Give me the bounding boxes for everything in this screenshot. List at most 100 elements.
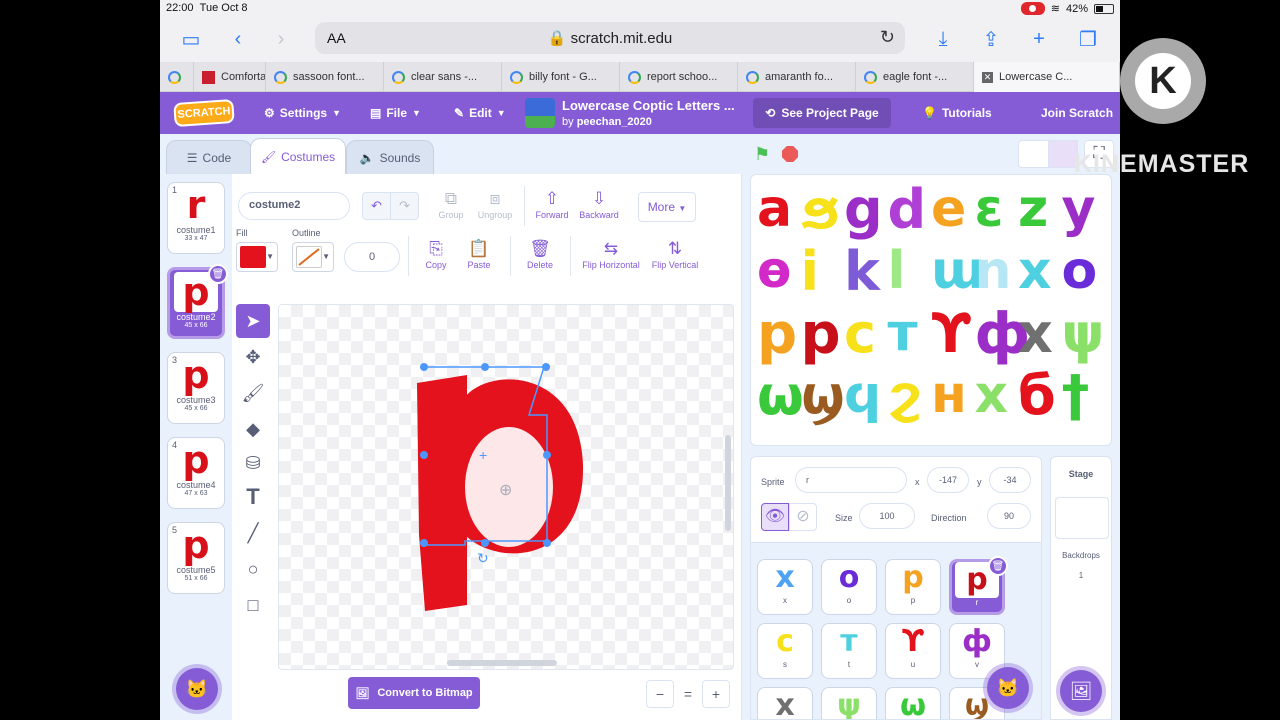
- green-flag-icon[interactable]: ⚑: [754, 144, 770, 165]
- more-button[interactable]: More ▼: [638, 192, 696, 222]
- ungroup-button[interactable]: ⧈ Ungroup: [472, 188, 518, 220]
- project-title[interactable]: Lowercase Coptic Letters ...: [562, 98, 735, 113]
- zoom-out-button[interactable]: −: [646, 680, 674, 708]
- delete-costume-icon[interactable]: 🗑: [208, 264, 228, 284]
- browser-tab[interactable]: amaranth fo...: [738, 62, 856, 92]
- tabs-overview-icon[interactable]: ❐: [1075, 26, 1101, 52]
- fill-color-picker[interactable]: ▼: [236, 242, 278, 272]
- costume-item[interactable]: 4 p costume4 47 x 63: [167, 437, 225, 509]
- forward-icon[interactable]: ›: [268, 26, 294, 52]
- rectangle-tool[interactable]: □: [236, 588, 270, 622]
- file-menu[interactable]: ▤ File ▼: [370, 92, 421, 134]
- sprite-thumbnail[interactable]: ϒu: [885, 623, 941, 679]
- y-input[interactable]: -34: [989, 467, 1031, 493]
- paint-canvas[interactable]: ↻ + ⊕: [278, 304, 734, 670]
- outline-width-input[interactable]: 0: [344, 242, 400, 272]
- costume-item[interactable]: 2 p costume2 45 x 66 🗑: [167, 264, 228, 339]
- redo-button[interactable]: ↷: [390, 192, 419, 220]
- address-bar[interactable]: AA 🔒 scratch.mit.edu ↻: [315, 22, 905, 54]
- direction-input[interactable]: 90: [987, 503, 1031, 529]
- browser-tab[interactable]: clear sans -...: [384, 62, 502, 92]
- sprite-thumbnail[interactable]: xx: [757, 559, 813, 615]
- sprite-thumbnail[interactable]: cs: [757, 623, 813, 679]
- add-costume-button[interactable]: 🐱: [176, 668, 218, 710]
- line-tool[interactable]: ╱: [236, 516, 270, 550]
- costume-item[interactable]: 1 r costume1 33 x 47: [167, 182, 225, 254]
- copy-button[interactable]: ⎘ Copy: [418, 238, 454, 270]
- small-stage-button[interactable]: [1018, 140, 1050, 168]
- browser-tab[interactable]: report schoo...: [620, 62, 738, 92]
- fill-tool[interactable]: ⛁: [236, 446, 270, 480]
- text-tool[interactable]: T: [236, 480, 270, 514]
- zoom-in-button[interactable]: +: [702, 680, 730, 708]
- add-backdrop-button[interactable]: 🖼: [1060, 670, 1102, 712]
- eraser-tool[interactable]: ◆: [236, 412, 270, 446]
- show-sprite-icon[interactable]: 👁: [761, 503, 789, 531]
- brush-tool[interactable]: 🖌: [236, 376, 270, 410]
- add-sprite-button[interactable]: 🐱: [987, 667, 1029, 709]
- costume-center-icon: ⊕: [499, 482, 512, 499]
- sprite-thumbnail[interactable]: pp: [885, 559, 941, 615]
- sprite-thumbnail[interactable]: oo: [821, 559, 877, 615]
- browser-tab[interactable]: sassoon font...: [266, 62, 384, 92]
- stage-letter: x: [974, 365, 1009, 425]
- flip-horizontal-button[interactable]: ⇆ Flip Horizontal: [578, 238, 644, 270]
- tab-costumes[interactable]: 🖌 Costumes: [250, 138, 346, 174]
- stop-icon[interactable]: [782, 146, 798, 162]
- settings-menu[interactable]: ⚙ Settings ▼: [264, 92, 341, 134]
- sprite-thumbnail[interactable]: ω: [885, 687, 941, 719]
- browser-tab[interactable]: [160, 62, 194, 92]
- tab-sounds[interactable]: 🔈 Sounds: [346, 140, 434, 174]
- browser-tab[interactable]: eagle font -...: [856, 62, 974, 92]
- browser-tab[interactable]: ✕ Lowercase C...: [974, 62, 1120, 92]
- sprite-thumbnail[interactable]: x: [757, 687, 813, 719]
- share-icon[interactable]: ⇪: [978, 26, 1004, 52]
- backdrops-label: Backdrops: [1062, 551, 1100, 560]
- sidebar-icon[interactable]: ▭: [178, 26, 204, 52]
- costume-drawing: ↻ + ⊕: [417, 363, 731, 666]
- size-input[interactable]: 100: [859, 503, 915, 529]
- delete-button[interactable]: 🗑 Delete: [518, 238, 562, 270]
- join-scratch-link[interactable]: Join Scratch: [1041, 92, 1113, 134]
- sprite-thumbnail[interactable]: ψ: [821, 687, 877, 719]
- undo-button[interactable]: ↶: [362, 192, 391, 220]
- costume-item[interactable]: 5 p costume5 51 x 66: [167, 522, 225, 594]
- back-icon[interactable]: ‹: [225, 26, 251, 52]
- forward-button[interactable]: ⇧ Forward: [532, 188, 572, 220]
- outline-color-picker[interactable]: ▼: [292, 242, 334, 272]
- paste-button[interactable]: 📋 Paste: [460, 238, 498, 270]
- stage-thumbnail[interactable]: [1055, 497, 1109, 539]
- google-icon: [864, 70, 877, 84]
- edit-menu[interactable]: ✎ Edit ▼: [454, 92, 506, 134]
- hide-sprite-icon[interactable]: ⊘: [789, 503, 817, 531]
- zoom-reset-button[interactable]: =: [674, 680, 702, 708]
- costume-name-input[interactable]: costume2: [238, 192, 350, 220]
- reload-icon[interactable]: ↻: [880, 27, 895, 48]
- sprite-thumb-image: c: [758, 624, 812, 660]
- browser-tab[interactable]: billy font - G...: [502, 62, 620, 92]
- stage-letter: ω: [757, 364, 804, 427]
- browser-tab[interactable]: Comforta: [194, 62, 266, 92]
- x-input[interactable]: -147: [927, 467, 969, 493]
- group-button[interactable]: ⧉ Group: [432, 188, 470, 220]
- convert-to-bitmap-button[interactable]: 🖼 Convert to Bitmap: [348, 677, 480, 709]
- flip-vertical-button[interactable]: ⇅ Flip Vertical: [646, 238, 704, 270]
- tutorials-button[interactable]: 💡 Tutorials: [922, 92, 992, 134]
- scratch-logo[interactable]: SCRATCH: [173, 98, 235, 128]
- see-project-page-button[interactable]: ⟲ See Project Page: [753, 98, 891, 128]
- stage[interactable]: a ϧ g d e ε z y ө i k l ɯ n x o p p c т ϒф x ψ ω ϣ ϥ ϩ н x б †: [750, 174, 1112, 446]
- new-tab-icon[interactable]: +: [1026, 26, 1052, 52]
- costume-item[interactable]: 3 p costume3 45 x 66: [167, 352, 225, 424]
- delete-sprite-icon[interactable]: 🗑: [988, 556, 1008, 576]
- reshape-tool[interactable]: ✥: [236, 340, 270, 374]
- select-tool[interactable]: ➤: [236, 304, 270, 338]
- sprite-thumbnail[interactable]: тt: [821, 623, 877, 679]
- close-icon[interactable]: ✕: [982, 71, 993, 83]
- stage-header: ⚑ ⛶: [742, 134, 1120, 172]
- sprite-thumbnail[interactable]: p r 🗑: [949, 556, 1008, 615]
- tab-code[interactable]: ☰ Code: [166, 140, 252, 174]
- download-icon[interactable]: ⤓: [930, 26, 956, 52]
- sprite-name-input[interactable]: r: [795, 467, 907, 493]
- backward-button[interactable]: ⇩ Backward: [575, 188, 623, 220]
- circle-tool[interactable]: ○: [236, 552, 270, 586]
